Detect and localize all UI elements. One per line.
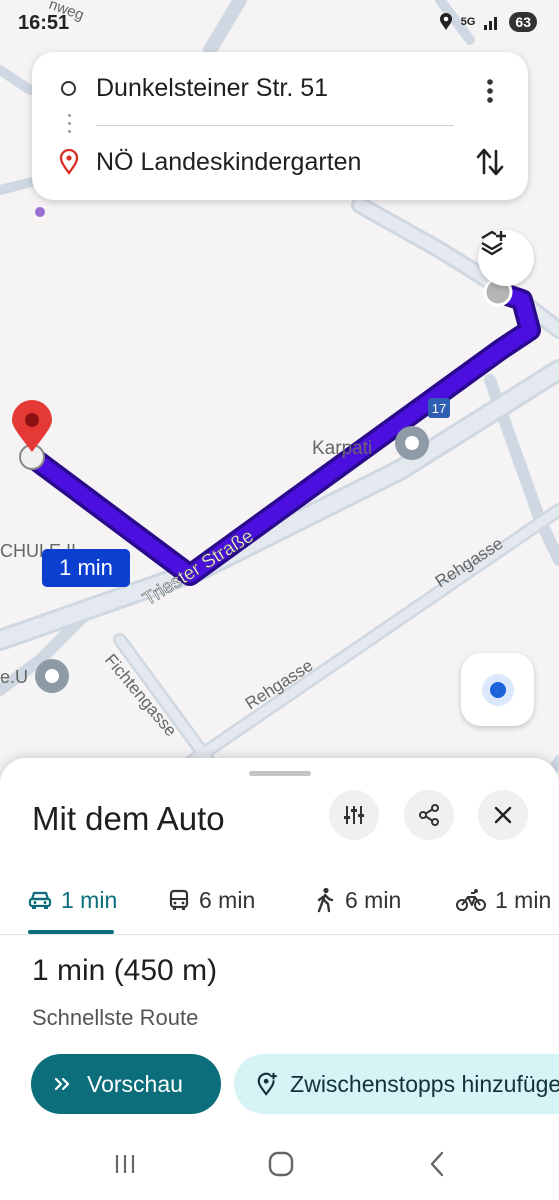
eu-label[interactable]: e.U bbox=[0, 667, 28, 688]
route-card[interactable]: Dunkelsteiner Str. 51 NÖ Landeskindergar… bbox=[32, 52, 528, 200]
origin-field[interactable]: Dunkelsteiner Str. 51 bbox=[96, 74, 328, 103]
sliders-icon bbox=[344, 806, 364, 824]
tab-car[interactable]: 1 min bbox=[28, 880, 117, 920]
tab-bike-label: 1 min bbox=[495, 886, 552, 913]
preview-button[interactable]: Vorschau bbox=[31, 1054, 221, 1114]
preview-label: Vorschau bbox=[87, 1070, 183, 1097]
travel-mode-tabs: 1 min 6 min 6 min 1 min bbox=[0, 868, 559, 935]
destination-pin-icon bbox=[59, 149, 79, 175]
network-label: 5G bbox=[460, 16, 476, 28]
tab-walk-label: 6 min bbox=[345, 886, 402, 913]
back-button[interactable] bbox=[417, 1148, 457, 1180]
poi-label[interactable]: Karpati bbox=[312, 438, 372, 460]
eu-marker-icon[interactable] bbox=[35, 659, 69, 693]
more-options-icon[interactable] bbox=[478, 76, 502, 106]
walk-icon bbox=[317, 887, 334, 913]
layers-button[interactable] bbox=[478, 230, 534, 286]
share-button[interactable] bbox=[404, 790, 454, 840]
signal-icon bbox=[484, 17, 498, 30]
sheet-title: Mit dem Auto bbox=[32, 800, 225, 837]
location-dot-icon bbox=[489, 681, 506, 698]
drag-handle[interactable] bbox=[249, 771, 311, 776]
tab-transit[interactable]: 6 min bbox=[168, 880, 255, 920]
system-nav-bar bbox=[0, 1130, 559, 1200]
my-location-button[interactable] bbox=[461, 653, 534, 726]
share-icon bbox=[419, 804, 439, 826]
bike-icon bbox=[456, 889, 486, 911]
status-bar: 16:51 5G 63 bbox=[0, 0, 559, 50]
origin-circle-icon bbox=[61, 80, 76, 96]
recents-icon bbox=[115, 1155, 135, 1173]
route-card-divider bbox=[96, 125, 454, 126]
tab-car-label: 1 min bbox=[61, 886, 118, 913]
origin-row[interactable]: Dunkelsteiner Str. 51 bbox=[32, 58, 528, 118]
back-icon bbox=[430, 1151, 444, 1177]
home-icon bbox=[268, 1151, 294, 1177]
status-icons: 5G 63 bbox=[439, 12, 537, 32]
tab-bike[interactable]: 1 min bbox=[456, 880, 551, 920]
tab-transit-label: 6 min bbox=[199, 886, 256, 913]
close-button[interactable] bbox=[478, 790, 528, 840]
recents-button[interactable] bbox=[105, 1148, 145, 1180]
map-dot bbox=[35, 207, 45, 217]
close-icon bbox=[494, 806, 512, 824]
poi-marker-icon[interactable] bbox=[395, 426, 429, 460]
add-stops-button[interactable]: Zwischenstopps hinzufügen bbox=[234, 1054, 559, 1114]
destination-field[interactable]: NÖ Landeskindergarten bbox=[96, 148, 361, 177]
bus-icon bbox=[169, 889, 189, 910]
route-summary: 1 min (450 m) bbox=[32, 954, 218, 987]
car-icon bbox=[28, 891, 52, 909]
destination-row[interactable]: NÖ Landeskindergarten bbox=[32, 132, 528, 192]
battery-icon: 63 bbox=[509, 12, 537, 32]
status-time: 16:51 bbox=[18, 12, 70, 34]
layers-plus-icon bbox=[481, 230, 506, 256]
active-tab-indicator bbox=[28, 930, 114, 934]
route-subtitle: Schnellste Route bbox=[32, 1005, 199, 1030]
tab-walk[interactable]: 6 min bbox=[314, 880, 401, 920]
eta-badge[interactable]: 1 min bbox=[42, 549, 130, 587]
add-stop-pin-icon bbox=[257, 1072, 277, 1096]
swap-icon[interactable] bbox=[474, 145, 506, 179]
double-chevron-icon bbox=[54, 1077, 70, 1091]
location-icon bbox=[439, 13, 452, 30]
add-stops-label: Zwischenstopps hinzufügen bbox=[290, 1070, 559, 1097]
svg-text:17: 17 bbox=[432, 401, 446, 416]
route-options-button[interactable] bbox=[329, 790, 379, 840]
home-button[interactable] bbox=[261, 1148, 301, 1180]
